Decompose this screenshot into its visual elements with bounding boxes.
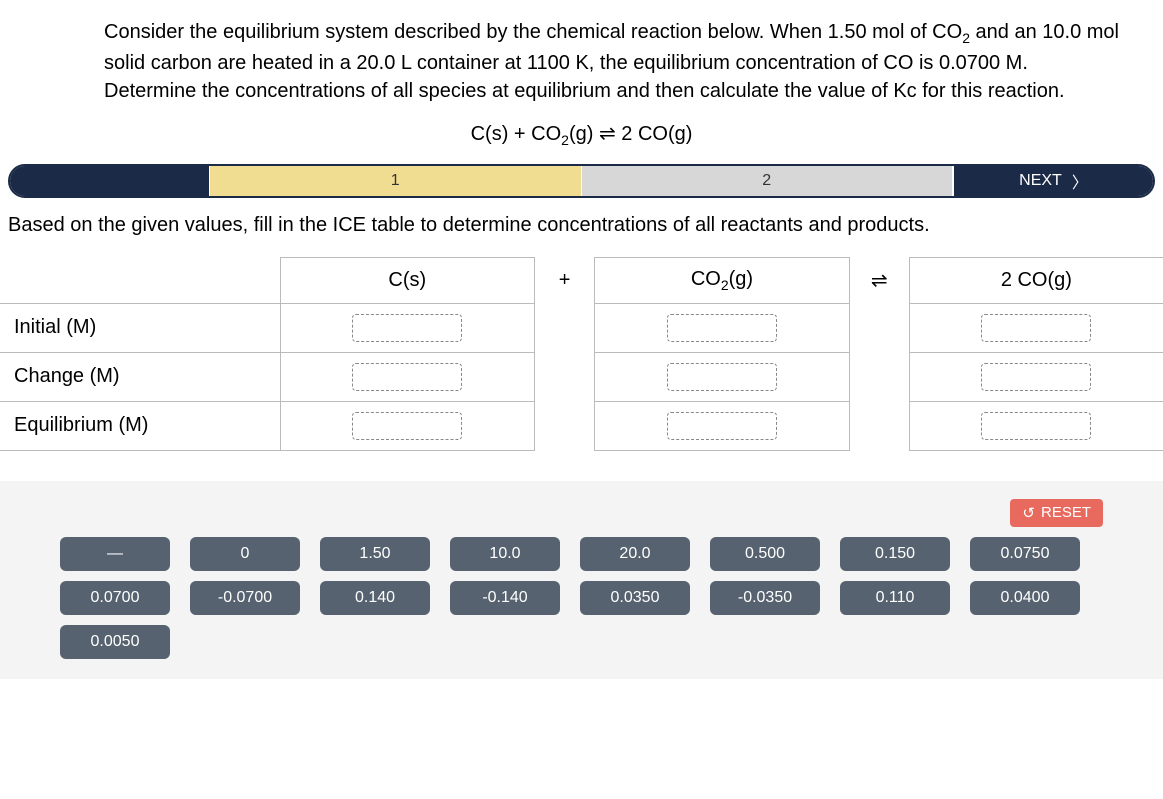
table-corner [0,257,280,303]
progress-bar: 12 NEXT 〉 [8,164,1155,198]
col-header: + [535,257,595,303]
ice-cell [280,303,535,352]
progress-cap [10,166,210,196]
reset-label: RESET [1041,504,1091,521]
answer-chip[interactable]: -0.0700 [190,581,300,615]
operator-cell [535,401,595,450]
next-button[interactable]: NEXT 〉 [953,166,1153,196]
table-row: Initial (M) [0,303,1163,352]
table-row: Equilibrium (M) [0,401,1163,450]
answer-chip[interactable]: 0 [190,537,300,571]
ice-cell [909,401,1163,450]
col-header: CO2(g) [595,257,850,303]
answer-chip[interactable]: 0.500 [710,537,820,571]
operator-cell [849,401,909,450]
ice-cell [595,401,850,450]
table-row: Change (M) [0,352,1163,401]
row-label: Equilibrium (M) [0,401,280,450]
operator-cell [535,352,595,401]
answer-chip[interactable]: -0.140 [450,581,560,615]
operator-cell [535,303,595,352]
operator-cell [849,303,909,352]
answer-chip[interactable]: 0.0750 [970,537,1080,571]
step-instruction: Based on the given values, fill in the I… [0,198,1163,257]
answer-chip[interactable]: 0.110 [840,581,950,615]
ice-cell-input[interactable] [667,314,777,342]
chips-row: — 0 1.50 10.0 20.0 0.500 0.150 0.0750 [60,537,1103,571]
col-header: 2 CO(g) [909,257,1163,303]
ice-cell [909,352,1163,401]
next-label: NEXT [1019,172,1062,190]
ice-cell [280,401,535,450]
answer-chip[interactable]: 0.0400 [970,581,1080,615]
ice-cell [595,352,850,401]
answer-chip[interactable]: 10.0 [450,537,560,571]
col-header: ⇌ [849,257,909,303]
row-label: Initial (M) [0,303,280,352]
answer-chips-area: ↺ RESET — 0 1.50 10.0 20.0 0.500 0.150 0.0750 0.… [0,481,1163,679]
answer-chip[interactable]: 0.0700 [60,581,170,615]
ice-cell [909,303,1163,352]
ice-cell-input[interactable] [981,314,1091,342]
chevron-right-icon: 〉 [1072,169,1088,193]
answer-chip[interactable]: 0.140 [320,581,430,615]
progress-step-1[interactable]: 1 [210,166,582,196]
answer-chip[interactable]: — [60,537,170,571]
answer-chip[interactable]: 0.0050 [60,625,170,659]
ice-cell-input[interactable] [352,314,462,342]
ice-cell [280,352,535,401]
answer-chip[interactable]: 0.150 [840,537,950,571]
ice-cell-input[interactable] [981,363,1091,391]
ice-cell-input[interactable] [352,363,462,391]
ice-table: C(s)+CO2(g)⇌2 CO(g) Initial (M)Change (M… [0,257,1163,451]
answer-chip[interactable]: -0.0350 [710,581,820,615]
row-label: Change (M) [0,352,280,401]
ice-cell-input[interactable] [667,412,777,440]
reset-button[interactable]: ↺ RESET [1010,499,1103,527]
reaction-equation: C(s) + CO2(g) ⇌ 2 CO(g) [0,115,1163,164]
chips-row: 0.0700 -0.0700 0.140 -0.140 0.0350 -0.0350 0.1… [60,581,1103,615]
ice-cell [595,303,850,352]
progress-step-2[interactable]: 2 [582,166,954,196]
chips-row: 0.0050 [60,625,1103,659]
problem-prompt: Consider the equilibrium system describe… [0,0,1163,115]
ice-cell-input[interactable] [352,412,462,440]
answer-chip[interactable]: 20.0 [580,537,690,571]
undo-icon: ↺ [1022,504,1035,522]
operator-cell [849,352,909,401]
col-header: C(s) [280,257,535,303]
answer-chip[interactable]: 1.50 [320,537,430,571]
answer-chip[interactable]: 0.0350 [580,581,690,615]
ice-cell-input[interactable] [981,412,1091,440]
ice-cell-input[interactable] [667,363,777,391]
